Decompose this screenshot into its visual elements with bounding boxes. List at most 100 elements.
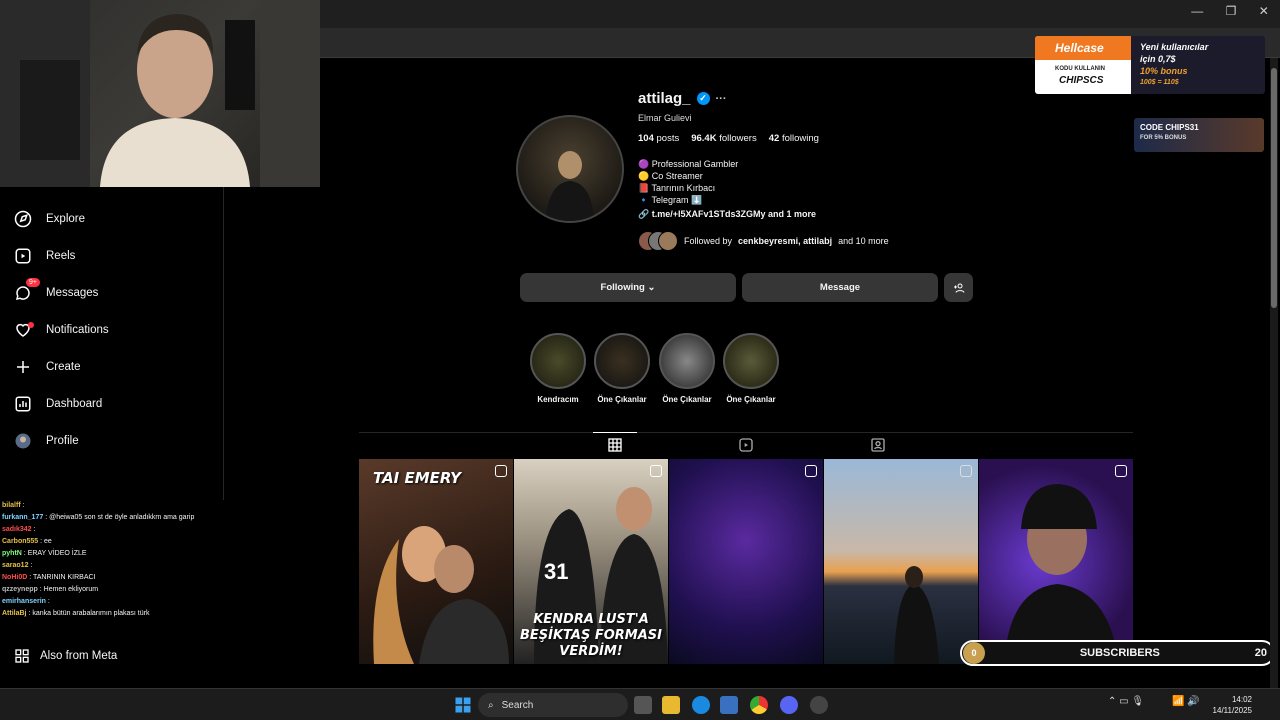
sidebar-item-create[interactable]: Create	[14, 353, 81, 381]
message-button[interactable]: Message	[742, 273, 938, 302]
reel-indicator-icon	[805, 465, 817, 477]
chat-message: emirhanserin :	[2, 598, 50, 605]
ad-code-label: KODU KULLANIN	[1055, 66, 1105, 72]
sidebar-nav: Explore Reels 9+ Messages Notifications …	[0, 187, 224, 500]
task-view-icon[interactable]	[634, 696, 652, 714]
following-button[interactable]: Following ⌄	[520, 273, 736, 302]
chevron-down-icon: ⌄	[647, 282, 656, 293]
page-scrollbar[interactable]	[1270, 58, 1278, 688]
windows-start-icon[interactable]	[454, 696, 472, 714]
discord-icon[interactable]	[780, 696, 798, 714]
chat-message: sarao12 :	[2, 562, 33, 569]
highlight-cover	[530, 333, 586, 389]
chat-username: pyhtN	[2, 550, 22, 557]
followed-by[interactable]: Followed by cenkbeyresmi, attilabj and 1…	[638, 231, 889, 251]
avatar-icon	[15, 433, 31, 449]
svg-text:31: 31	[544, 559, 568, 584]
file-explorer-icon[interactable]	[662, 696, 680, 714]
window-controls: — ❐ ✕	[1180, 4, 1280, 24]
following-stat[interactable]: 42 following	[769, 133, 819, 144]
verified-badge-icon: ✓	[696, 92, 710, 105]
webcam-overlay	[0, 0, 320, 187]
chat-text: ee	[44, 538, 52, 545]
chat-text: TANRININ KIRBACI	[33, 574, 96, 581]
story-highlight[interactable]: Kendracım	[529, 333, 587, 404]
grid-menu-icon	[15, 649, 29, 663]
story-highlight[interactable]: Öne Çıkanlar	[722, 333, 780, 404]
chat-username: sadık342	[2, 526, 32, 533]
profile-username-row: attilag_ ✓ ···	[638, 90, 727, 107]
reels-tab-icon[interactable]	[738, 437, 754, 453]
tagged-icon[interactable]	[870, 437, 886, 453]
subscribers-counter: 0 SUBSCRIBERS 20	[960, 640, 1275, 666]
maximize-button[interactable]: ❐	[1226, 4, 1237, 24]
story-highlight[interactable]: Öne Çıkanlar	[593, 333, 651, 404]
reel-indicator-icon	[1115, 465, 1127, 477]
ad-code: CHIPSCS	[1059, 75, 1104, 86]
chat-text: kanka bütün arabalarımın plakası türk	[32, 610, 150, 617]
post-image	[1004, 484, 1119, 664]
chat-username: Carbon555	[2, 538, 39, 545]
story-highlight[interactable]: Öne Çıkanlar	[658, 333, 716, 404]
close-button[interactable]: ✕	[1259, 4, 1269, 24]
sidebar-item-also-from-meta[interactable]: Also from Meta	[14, 648, 117, 664]
sidebar-item-explore[interactable]: Explore	[14, 205, 85, 233]
chrome-icon[interactable]	[750, 696, 768, 714]
bio-line: 🔹 Telegram ⬇️	[638, 195, 703, 205]
grid-icon[interactable]	[607, 437, 623, 453]
taskbar-clock[interactable]: 14:02 14/11/2025	[1213, 694, 1252, 716]
post-thumbnail[interactable]	[824, 459, 978, 664]
chat-username: AttilaBj	[2, 610, 27, 617]
notification-dot	[28, 322, 34, 328]
post-thumbnail[interactable]	[669, 459, 823, 664]
sidebar-item-notifications[interactable]: Notifications	[14, 316, 109, 344]
post-thumbnail[interactable]	[979, 459, 1133, 664]
chat-message: AttilaBj : kanka bütün arabalarımın plak…	[2, 610, 150, 617]
followers-stat[interactable]: 96.4K followers	[691, 133, 757, 144]
profile-avatar[interactable]	[516, 115, 624, 223]
app-icon[interactable]	[810, 696, 828, 714]
hellcase-ad[interactable]: Hellcase KODU KULLANIN CHIPSCS Yeni kull…	[1035, 36, 1265, 94]
chat-username: qzzeynepp	[2, 586, 38, 593]
profile-link[interactable]: 🔗 t.me/+I5XAFv1STds3ZGMy and 1 more	[638, 209, 816, 220]
profile-bio: 🟣 Professional Gambler 🟡 Co Streamer 📕 T…	[638, 158, 738, 206]
chat-message: Carbon555 : ee	[2, 538, 52, 545]
add-person-icon	[953, 283, 964, 293]
profile-stats: 104 posts 96.4K followers 42 following	[638, 133, 819, 144]
subscribers-right-count: 20	[1254, 647, 1267, 659]
sidebar-item-messages[interactable]: 9+ Messages	[14, 278, 98, 307]
post-thumbnail[interactable]: TAI EMERY	[359, 459, 513, 664]
more-options-icon[interactable]: ···	[716, 93, 727, 105]
chat-message: pyhtN : ERAY VİDEO İZLE	[2, 550, 87, 557]
chat-text: Hemen ekliyorum	[43, 586, 99, 593]
store-icon[interactable]	[720, 696, 738, 714]
code-bonus-ad[interactable]: CODE CHIPS31 FOR 5% BONUS	[1134, 118, 1264, 152]
messages-badge: 9+	[26, 278, 40, 287]
wifi-volume-icon[interactable]: 📶 🔊	[1172, 696, 1202, 714]
chat-username: NoHi0D	[2, 574, 28, 581]
taskbar-search[interactable]: ⌕ Search	[478, 693, 628, 717]
stream-chat: bilalff : furkann_177 : @heiwa05 son st …	[0, 500, 224, 660]
reels-icon	[15, 248, 31, 264]
compass-icon	[14, 210, 32, 228]
chat-username: bilalff	[2, 502, 21, 509]
hellcase-logo: Hellcase	[1035, 36, 1131, 60]
edge-icon[interactable]	[692, 696, 710, 714]
sidebar-item-label: Reels	[46, 250, 76, 262]
sidebar-item-reels[interactable]: Reels	[14, 242, 75, 270]
highlight-cover	[594, 333, 650, 389]
add-user-button[interactable]	[944, 273, 973, 302]
system-tray-icons[interactable]: ⌃ ▭ 🎙	[1108, 696, 1168, 714]
post-thumbnail[interactable]: 31 KENDRA LUST'A BEŞİKTAŞ FORMASI VERDİM…	[514, 459, 668, 664]
sidebar-item-profile[interactable]: Profile	[14, 427, 79, 455]
streamer-webcam-image	[0, 0, 320, 187]
search-icon: ⌕	[488, 699, 494, 711]
profile-username: attilag_	[638, 90, 691, 107]
minimize-button[interactable]: —	[1191, 4, 1203, 24]
dashboard-icon	[15, 396, 31, 412]
link-icon: 🔗	[638, 209, 650, 219]
posts-stat: 104 posts	[638, 133, 680, 144]
highlight-cover	[723, 333, 779, 389]
sidebar-item-dashboard[interactable]: Dashboard	[14, 390, 102, 418]
scrollbar-thumb[interactable]	[1271, 68, 1277, 308]
